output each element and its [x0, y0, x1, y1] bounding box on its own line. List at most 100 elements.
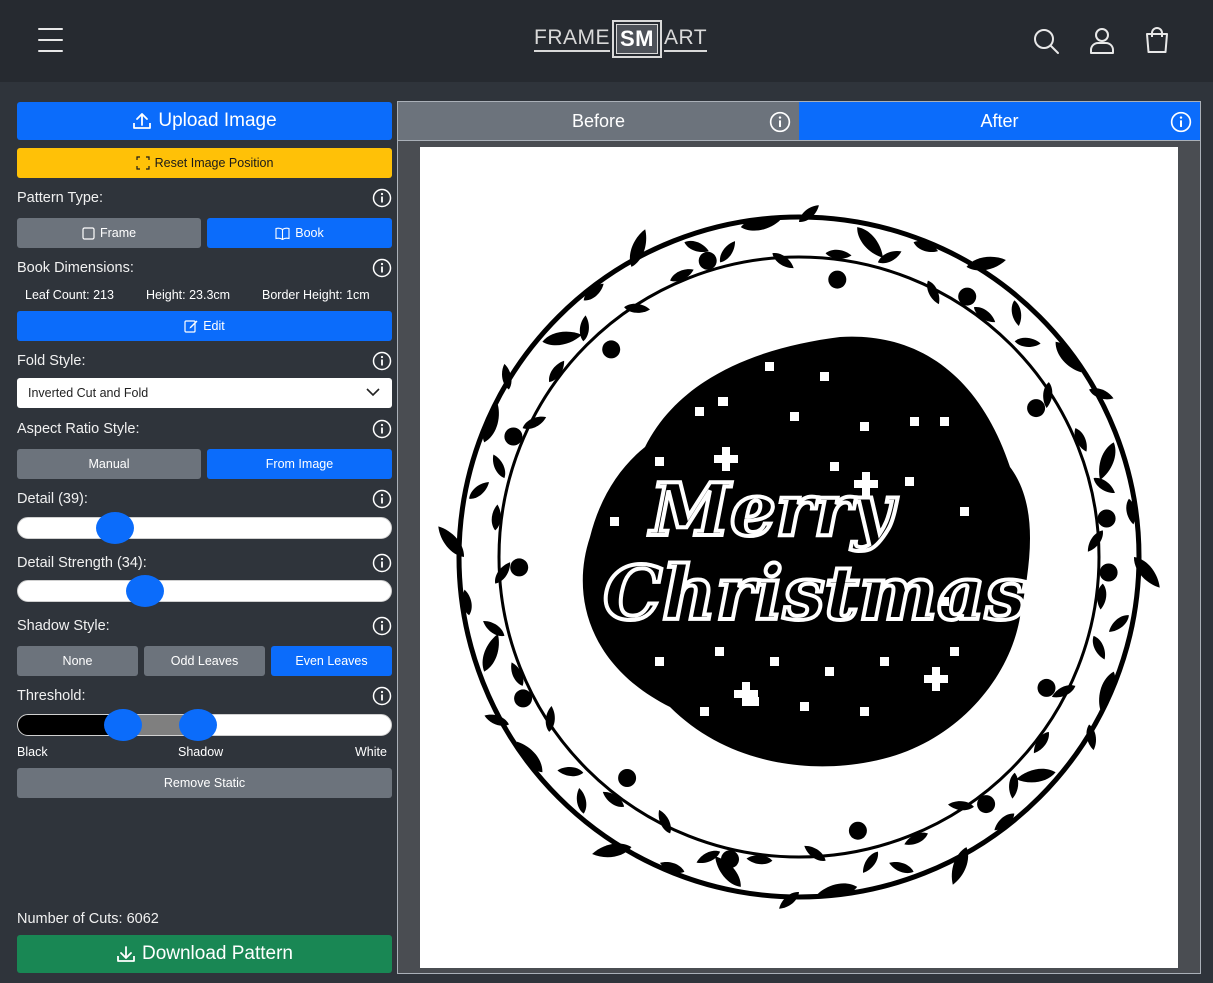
wreath-leaf: [716, 238, 739, 265]
cart-icon[interactable]: [1142, 26, 1172, 56]
info-icon[interactable]: [372, 616, 392, 636]
preview-tabs: Before After: [397, 101, 1201, 141]
wreath-leaf: [466, 478, 492, 503]
wreath-leaf: [859, 849, 882, 876]
info-icon[interactable]: [372, 258, 392, 278]
threshold-black-handle[interactable]: [104, 709, 142, 741]
shadow-even-leaves-label: Even Leaves: [295, 654, 368, 668]
pattern-preview-canvas[interactable]: Merry Christmas: [420, 147, 1178, 968]
search-icon[interactable]: [1031, 26, 1061, 56]
wreath-leaf: [1106, 611, 1132, 636]
tab-before[interactable]: Before: [398, 102, 799, 140]
logo-mid: SM: [616, 24, 658, 54]
wreath-berry: [721, 850, 739, 869]
remove-static-button[interactable]: Remove Static: [17, 768, 392, 798]
wreath-leaf: [489, 452, 509, 481]
aspect-manual-button[interactable]: Manual: [17, 449, 201, 479]
pattern-book-label: Book: [295, 226, 324, 240]
shadow-even-leaves-button[interactable]: Even Leaves: [271, 646, 392, 676]
wreath-berry: [504, 427, 523, 446]
pattern-book-button[interactable]: Book: [207, 218, 392, 248]
wreath-berry: [958, 287, 977, 306]
leaf-count: Leaf Count: 213: [25, 288, 114, 302]
info-icon[interactable]: [372, 419, 392, 439]
info-icon[interactable]: [372, 489, 392, 509]
wreath-leaf: [1014, 336, 1041, 349]
wreath-berry: [1097, 509, 1116, 528]
book-icon: [275, 227, 290, 240]
upload-image-button[interactable]: Upload Image: [17, 102, 392, 140]
pattern-frame-button[interactable]: Frame: [17, 218, 201, 248]
wreath-berry: [1037, 678, 1056, 697]
shadow-odd-leaves-button[interactable]: Odd Leaves: [144, 646, 265, 676]
merry-text: Merry: [647, 467, 897, 552]
wreath-leaf: [578, 315, 591, 342]
wreath-leaf: [1009, 299, 1024, 327]
wreath-berry: [848, 821, 867, 840]
reset-image-position-button[interactable]: Reset Image Position: [17, 148, 392, 178]
wreath-leaf: [511, 737, 548, 777]
border-height: Border Height: 1cm: [262, 288, 370, 302]
wreath-leaf: [574, 787, 589, 815]
logo-right: ART: [664, 26, 708, 52]
aspect-ratio-label: Aspect Ratio Style:: [17, 421, 140, 437]
threshold-black-label: Black: [17, 745, 48, 759]
wreath-berry: [698, 251, 717, 270]
hamburger-icon[interactable]: [38, 28, 63, 54]
tab-after[interactable]: After: [799, 102, 1200, 140]
wreath-leaf: [1091, 474, 1118, 497]
fold-style-select[interactable]: Inverted Cut and Fold: [17, 378, 392, 408]
info-icon[interactable]: [372, 553, 392, 573]
wreath-leaf: [478, 631, 504, 674]
download-pattern-label: Download Pattern: [141, 943, 294, 964]
square-icon: [82, 226, 95, 240]
user-icon[interactable]: [1087, 26, 1117, 56]
threshold-white-label: White: [355, 745, 387, 759]
book-height: Height: 23.3cm: [146, 288, 231, 302]
wreath-leaf: [1084, 527, 1107, 555]
wreath-leaf: [776, 888, 802, 913]
threshold-slider[interactable]: [17, 709, 392, 741]
detail-strength-slider[interactable]: [17, 575, 392, 607]
tab-after-label: After: [980, 110, 1019, 131]
shadow-none-label: None: [62, 654, 93, 668]
wreath-leaf: [1050, 337, 1087, 377]
info-icon[interactable]: [372, 188, 392, 208]
preview-panel: Merry Christmas: [397, 141, 1201, 974]
wreath-berry: [828, 270, 847, 289]
info-icon[interactable]: [769, 111, 791, 133]
logo-left: FRAME: [534, 26, 610, 52]
info-icon[interactable]: [1170, 111, 1192, 133]
book-dimensions-label: Book Dimensions:: [17, 260, 134, 276]
number-of-cuts: Number of Cuts: 6062: [17, 911, 159, 927]
pattern-frame-label: Frame: [99, 226, 137, 240]
chevron-down-icon: [366, 388, 380, 397]
pattern-type-label: Pattern Type:: [17, 190, 103, 206]
shadow-none-button[interactable]: None: [17, 646, 138, 676]
info-icon[interactable]: [372, 686, 392, 706]
tab-before-label: Before: [571, 110, 626, 131]
wreath-image: Merry Christmas: [433, 201, 1165, 913]
download-pattern-button[interactable]: Download Pattern: [17, 935, 392, 973]
aspect-from-image-button[interactable]: From Image: [207, 449, 392, 479]
detail-strength-slider-handle[interactable]: [126, 575, 164, 607]
detail-slider[interactable]: [17, 512, 392, 544]
threshold-shadow-handle[interactable]: [179, 709, 217, 741]
logo[interactable]: FRAME SM ART: [534, 17, 708, 61]
shadow-odd-leaves-label: Odd Leaves: [170, 654, 239, 668]
edit-dimensions-button[interactable]: Edit: [17, 311, 392, 341]
wreath-leaf: [1094, 440, 1120, 483]
wreath-leaf: [491, 559, 514, 587]
logo-mid-box: SM: [612, 20, 662, 58]
info-icon[interactable]: [372, 351, 392, 371]
wreath-berry: [1099, 563, 1118, 582]
wreath-leaf: [557, 765, 584, 778]
wreath-berry: [1027, 399, 1046, 418]
remove-static-label: Remove Static: [163, 776, 246, 790]
fold-style-label: Fold Style:: [17, 353, 86, 369]
detail-slider-handle[interactable]: [96, 512, 134, 544]
wreath-leaf: [887, 858, 916, 877]
threshold-label: Threshold:: [17, 688, 86, 704]
threshold-shadow-label: Shadow: [178, 745, 224, 759]
detail-strength-label: Detail Strength (34):: [17, 555, 147, 571]
